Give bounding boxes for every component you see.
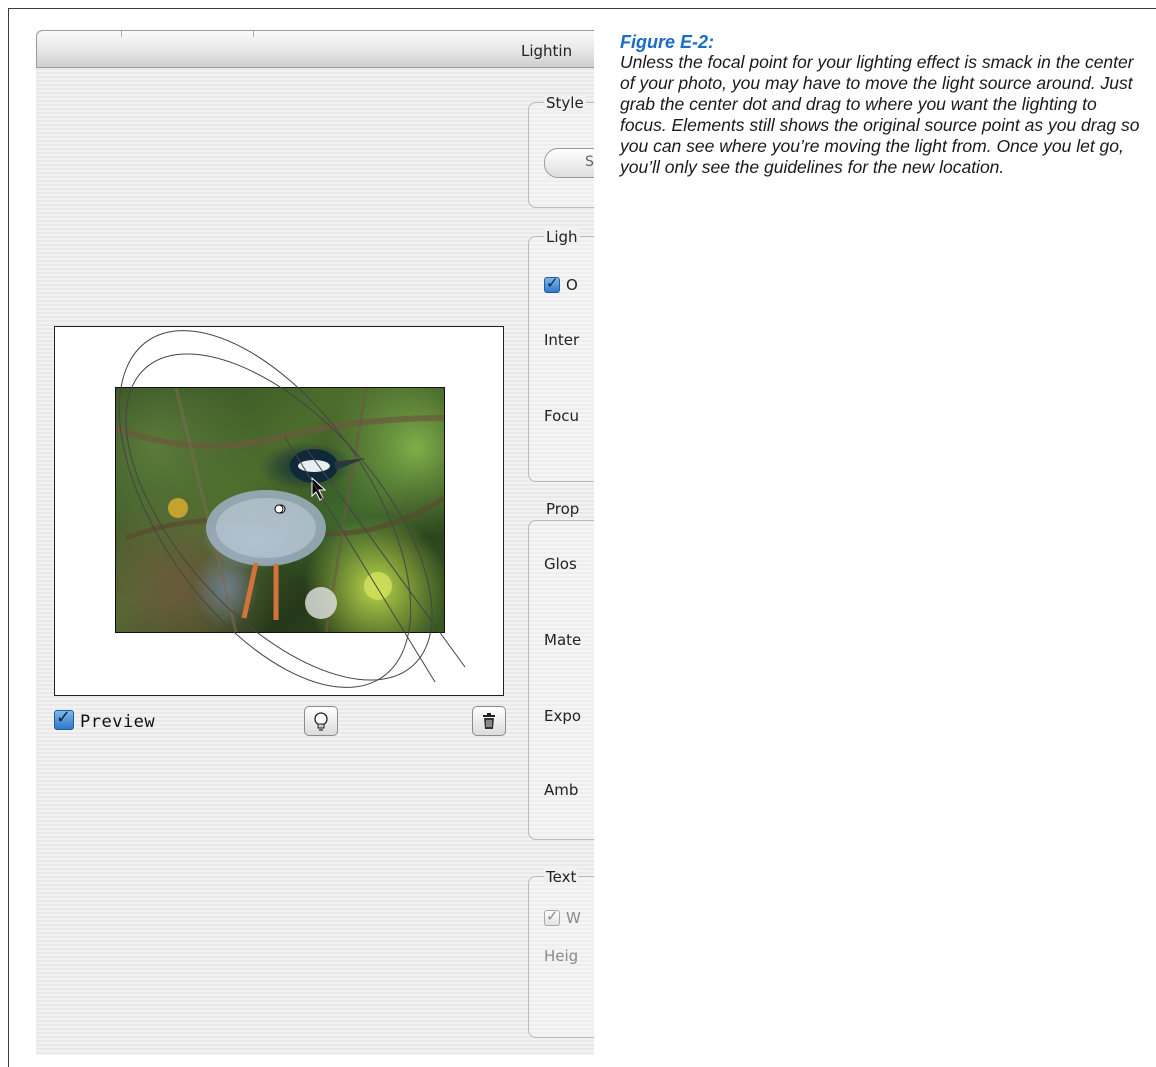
caption-title: Figure E-2: [620,32,715,52]
exposure-label: Expo [544,707,582,725]
white-is-high-checkbox[interactable]: ✓ [544,907,560,926]
figure-frame-top [8,8,1156,9]
lightbulb-icon [314,712,328,731]
figure-caption: Figure E-2: Unless the focal point for y… [620,32,1140,178]
caption-body: Unless the focal point for your lighting… [620,52,1140,177]
preview-pane[interactable] [54,326,504,696]
properties-group-title: Prop [546,500,580,518]
light-on-checkbox[interactable]: ✓ [544,274,560,293]
trash-icon [483,713,495,729]
title-bar[interactable]: Lightin [36,30,594,68]
bird-photo [115,387,445,633]
preview-checkbox[interactable]: ✓ [54,707,74,730]
light-on-label: O [566,276,578,294]
light-group [528,236,594,482]
intensity-label: Inter [544,331,580,349]
figure-frame-left [8,8,9,1067]
style-select[interactable]: S [544,148,594,178]
light-group-title: Ligh [544,228,580,246]
photo-detail [116,388,444,632]
lighting-effects-dialog: Lightin ✓ Preview Style S Ligh ✓ O Inter… [36,30,594,1055]
gloss-label: Glos [544,555,577,573]
style-group-title: Style [544,94,586,112]
style-select-value: S [585,154,594,170]
delete-light-button[interactable] [472,706,506,736]
white-is-high-label: W [566,909,581,927]
height-label: Heig [544,947,579,965]
preview-label: Preview [80,712,156,732]
focus-label: Focu [544,407,580,425]
texture-group-title: Text [544,868,579,886]
title-bar-divider [121,31,122,37]
window-title: Lightin [521,42,573,60]
new-light-button[interactable] [304,706,338,736]
material-label: Mate [544,631,582,649]
title-bar-divider [253,31,254,37]
ambience-label: Amb [544,781,579,799]
